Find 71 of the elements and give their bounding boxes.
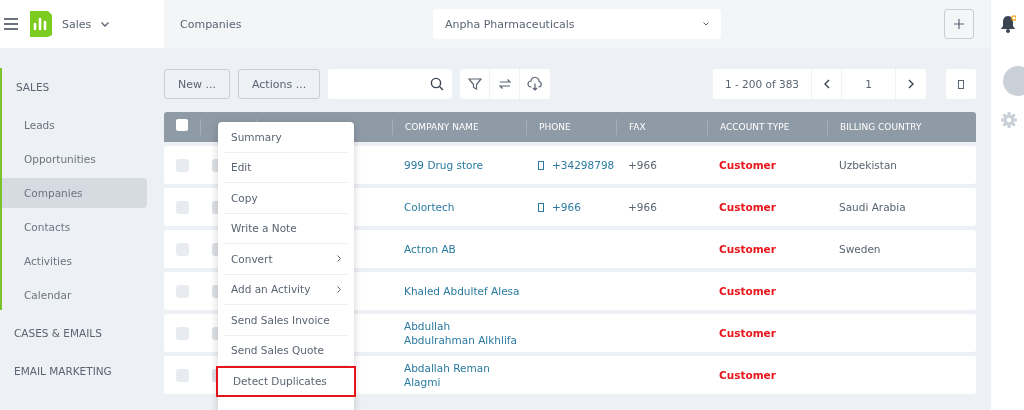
chevron-left-icon (823, 79, 830, 89)
phone-icon[interactable] (538, 202, 544, 212)
account-type: Customer (719, 243, 776, 255)
chevron-right-icon (908, 79, 914, 89)
menu-item[interactable]: Write a Note (224, 213, 348, 244)
pagination-range: 1 - 200 of 383 (712, 69, 812, 99)
company-select[interactable]: Anpha Pharmaceuticals (433, 9, 721, 39)
menu-item[interactable]: Edit (224, 152, 348, 183)
sidebar-item[interactable]: Calendar (2, 280, 147, 310)
toolbar-button[interactable]: Actions ... (238, 69, 321, 99)
sidebar-section[interactable]: SALES (2, 68, 164, 106)
sidebar-section[interactable]: EMAIL MARKETING (0, 352, 164, 390)
column-header[interactable]: FAX (616, 119, 707, 135)
toolbar-button[interactable]: New ... (164, 69, 230, 99)
view-toggle-button[interactable] (946, 69, 976, 99)
company-link[interactable]: Khaled Abdultef Alesa (404, 284, 526, 298)
company-link[interactable]: 999 Drug store (404, 158, 526, 172)
fax-number: +966 (628, 201, 657, 213)
account-type: Customer (719, 369, 776, 381)
menu-item[interactable]: Send Sales Quote (224, 335, 348, 366)
phone-icon[interactable] (538, 160, 544, 170)
menu-item[interactable]: Convert (224, 244, 348, 275)
column-header[interactable]: BILLING COUNTRY (827, 119, 976, 135)
billing-country: Uzbekistan (839, 159, 897, 171)
company-link[interactable]: Abdullah Abdulrahman Alkhlifa (404, 319, 526, 347)
breadcrumb: Companies (180, 17, 242, 31)
chevron-down-icon (101, 21, 110, 27)
column-header[interactable]: PHONE (526, 119, 616, 135)
chevron-down-icon (703, 22, 709, 26)
sidebar-item[interactable]: Activities (2, 246, 147, 276)
rectangle-icon (958, 79, 964, 89)
fax-number: +966 (628, 159, 657, 171)
menu-item[interactable]: Send Sales Invoice (224, 305, 348, 336)
account-type: Customer (719, 159, 776, 171)
chevron-right-icon (337, 255, 341, 263)
bar-chart-logo-icon (28, 11, 52, 37)
page-number-field[interactable]: 1 (842, 69, 896, 99)
filter-icon (466, 76, 483, 92)
select-all-checkbox[interactable] (176, 119, 188, 131)
account-type: Customer (719, 285, 776, 297)
plus-icon (954, 19, 964, 29)
column-header[interactable]: ACCOUNT TYPE (707, 119, 827, 135)
menu-icon[interactable] (4, 18, 18, 30)
company-link[interactable]: Colortech (404, 200, 526, 214)
sidebar-section[interactable]: CASES & EMAILS (0, 314, 164, 352)
search-icon (430, 77, 445, 91)
company-link[interactable]: Abdallah Reman Alagmi (404, 361, 526, 389)
module-selector[interactable]: Sales (62, 17, 110, 31)
menu-item[interactable]: Copy (224, 183, 348, 214)
account-type: Customer (719, 201, 776, 213)
sidebar-item[interactable]: Companies (2, 178, 147, 208)
add-button[interactable] (944, 9, 974, 39)
sidebar-item[interactable]: Opportunities (2, 144, 147, 174)
sidebar-item[interactable]: Leads (2, 110, 147, 140)
menu-item[interactable]: Summary (224, 122, 348, 153)
avatar-circle[interactable] (1003, 66, 1024, 96)
account-type: Customer (719, 327, 776, 339)
column-header[interactable]: COMPANY NAME (392, 119, 526, 135)
settings-icon[interactable] (1001, 112, 1017, 128)
company-link[interactable]: Actron AB (404, 242, 526, 256)
phone-number[interactable]: +34298798 (552, 159, 615, 171)
cloud-download-icon (527, 76, 544, 92)
menu-item[interactable]: Add an Activity (224, 274, 348, 305)
billing-country: Saudi Arabia (839, 201, 906, 213)
notification-bell-icon[interactable] (999, 15, 1016, 33)
menu-item[interactable]: Detect Duplicates (216, 366, 356, 397)
phone-number[interactable]: +966 (552, 201, 581, 213)
search-field[interactable] (328, 69, 453, 99)
billing-country: Sweden (839, 243, 881, 255)
sidebar-item[interactable]: Contacts (2, 212, 147, 242)
chevron-right-icon (337, 285, 341, 293)
